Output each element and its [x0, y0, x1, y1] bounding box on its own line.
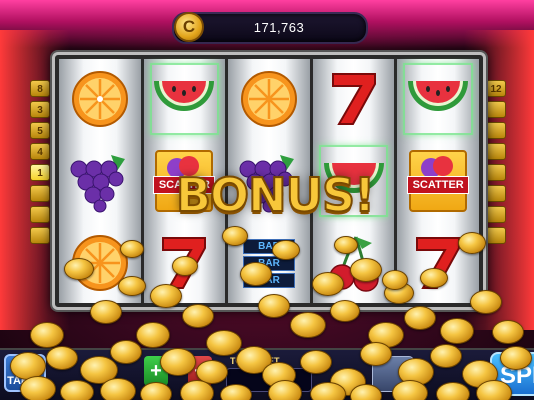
payline-badge[interactable] — [486, 206, 506, 223]
gold-coin — [368, 322, 404, 348]
payline-badge[interactable] — [486, 227, 506, 244]
watermelon-symbol — [144, 59, 226, 139]
watermelon-symbol — [397, 59, 479, 139]
payline-badge[interactable]: 12 — [486, 80, 506, 97]
payline-indicators-right: 12 — [486, 80, 508, 248]
seven-symbol — [144, 223, 226, 303]
reel-1 — [59, 59, 141, 303]
slot-game-screen: C 171,763 8 3 5 4 1 12 SCATTER BAR BAR B… — [0, 0, 534, 400]
scatter-label: SCATTER — [407, 176, 470, 194]
watermelon-icon — [154, 81, 215, 111]
scatter-symbol: SCATTER — [397, 141, 479, 221]
seven-symbol — [397, 223, 479, 303]
payline-badge[interactable]: 3 — [30, 101, 50, 118]
watermelon-icon — [408, 81, 469, 111]
gold-coin — [136, 322, 170, 348]
bar-label: BAR — [242, 272, 295, 288]
payline-badge[interactable] — [486, 143, 506, 160]
seven-icon — [331, 73, 376, 125]
coin-balance-bar: C 171,763 — [172, 12, 368, 44]
payline-badge[interactable] — [486, 164, 506, 181]
orange-symbol — [228, 59, 310, 139]
bar-symbol: BAR BAR BAR — [228, 223, 310, 303]
payline-badge[interactable] — [30, 227, 50, 244]
total-bet-display — [226, 368, 312, 392]
coin-balance-value: 171,763 — [253, 20, 305, 35]
cherries-icon — [328, 236, 379, 292]
orange-icon — [71, 71, 128, 127]
seven-icon — [416, 237, 461, 289]
total-bet-label: TOTAL BET — [230, 356, 280, 366]
orange-symbol — [59, 223, 141, 303]
bet-increase-button[interactable]: + — [144, 356, 168, 386]
scatter-tile: SCATTER — [407, 150, 470, 212]
payline-badge[interactable]: 5 — [30, 122, 50, 139]
reel-5: SCATTER — [397, 59, 479, 303]
payline-badge-active[interactable]: 1 — [30, 164, 50, 181]
orange-icon — [240, 71, 297, 127]
grapes-icon — [70, 155, 125, 213]
payline-indicators-left: 8 3 5 4 1 — [30, 80, 52, 248]
payline-badge[interactable] — [486, 185, 506, 202]
seven-symbol — [313, 59, 395, 139]
spin-button[interactable]: SPIN — [490, 352, 534, 396]
seven-icon — [162, 237, 207, 289]
orange-icon — [71, 235, 128, 291]
coin-icon: C — [174, 12, 204, 42]
cherries-symbol — [313, 223, 395, 303]
bet-decrease-button[interactable]: − — [188, 356, 212, 386]
payline-badge[interactable]: 4 — [30, 143, 50, 160]
payline-badge[interactable] — [486, 101, 506, 118]
autoplay-button[interactable] — [372, 356, 414, 392]
payline-badge[interactable] — [30, 206, 50, 223]
grapes-symbol — [59, 141, 141, 221]
pay-table-button[interactable]: PAY TABLE — [4, 354, 46, 392]
gold-coin — [290, 312, 326, 338]
bar-stack: BAR BAR BAR — [242, 238, 295, 288]
bar-label: BAR — [242, 238, 295, 254]
bonus-banner: BONUS! — [175, 167, 376, 223]
payline-badge[interactable]: 8 — [30, 80, 50, 97]
orange-symbol — [59, 59, 141, 139]
payline-badge[interactable] — [486, 122, 506, 139]
payline-badge[interactable] — [30, 185, 50, 202]
bar-label: BAR — [242, 255, 295, 271]
